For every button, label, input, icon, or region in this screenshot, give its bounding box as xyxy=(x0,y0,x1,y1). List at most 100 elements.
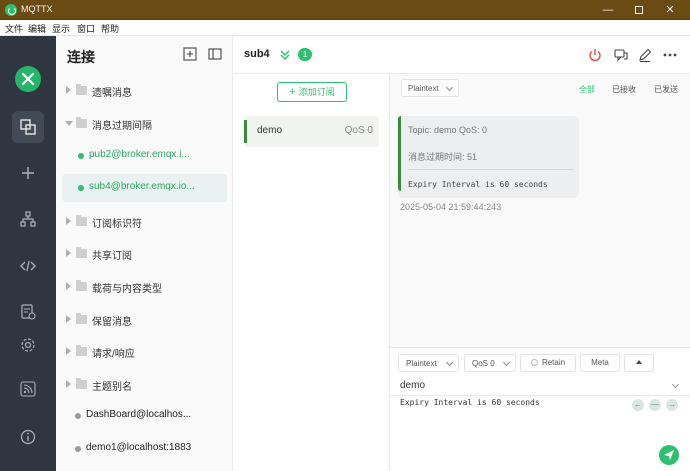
group-message-expiry[interactable]: 消息过期间隔 xyxy=(62,110,227,138)
folder-icon xyxy=(76,313,87,324)
group-subscription-identifier[interactable]: 订阅标识符 xyxy=(62,208,227,236)
add-subscription-label: 添加订阅 xyxy=(298,87,335,97)
menu-help[interactable]: 帮助 xyxy=(101,22,119,35)
menu-window[interactable]: 窗口 xyxy=(77,22,95,35)
expand-caret-icon xyxy=(66,249,71,257)
folder-icon xyxy=(76,215,87,226)
group-request-response[interactable]: 请求/响应 xyxy=(62,338,227,366)
publish-qos-select[interactable]: QoS 0 xyxy=(464,354,516,372)
folder-icon xyxy=(76,345,87,356)
status-dot xyxy=(75,413,81,419)
publish-format-select[interactable]: Plaintext xyxy=(398,354,459,372)
chevron-down-icon xyxy=(445,358,454,367)
history-next-icon[interactable]: → xyxy=(666,399,678,411)
toggle-sidebar-icon[interactable] xyxy=(208,47,222,61)
group-label: 主题别名 xyxy=(92,382,132,393)
more-options-icon[interactable] xyxy=(662,47,678,63)
folder-icon xyxy=(76,280,87,291)
publish-payload-input[interactable]: Expiry Interval is 60 seconds xyxy=(400,398,540,407)
message-bubble[interactable]: Topic: demo QoS: 0 消息过期时间: 51 Expiry Int… xyxy=(398,116,579,198)
folder-icon xyxy=(76,247,87,258)
subscription-topic: demo xyxy=(257,125,283,136)
connections-icon[interactable] xyxy=(19,118,37,136)
edit-pencil-icon[interactable] xyxy=(637,47,653,63)
status-dot xyxy=(75,446,81,452)
connection-pub2[interactable]: pub2@broker.emqx.i... xyxy=(62,142,227,170)
minimize-button[interactable]: — xyxy=(596,2,620,18)
publish-qos-value: QoS 0 xyxy=(472,359,495,368)
expand-caret-icon xyxy=(66,380,71,388)
send-button[interactable] xyxy=(659,445,679,465)
group-topic-alias[interactable]: 主题别名 xyxy=(62,371,227,399)
chevron-down-icon xyxy=(445,83,454,92)
group-will-message[interactable]: 遗嘱消息 xyxy=(62,77,227,105)
publish-area: Plaintext QoS 0 Retain Meta demo Expiry … xyxy=(390,347,690,471)
history-prev-icon[interactable]: ← xyxy=(632,399,644,411)
expand-caret-icon xyxy=(66,282,71,290)
close-button[interactable]: ✕ xyxy=(658,2,682,18)
connection-label: DashBoard@localhos... xyxy=(86,409,192,420)
group-label: 载荷与内容类型 xyxy=(92,284,162,295)
script-code-icon[interactable] xyxy=(19,257,37,275)
meta-button[interactable]: Meta xyxy=(580,354,620,372)
group-label: 保留消息 xyxy=(92,317,132,328)
group-shared-subscription[interactable]: 共享订阅 xyxy=(62,240,227,268)
expand-caret-icon xyxy=(66,347,71,355)
connection-title: sub4 xyxy=(244,48,270,60)
message-topic-qos: Topic: demo QoS: 0 xyxy=(408,125,488,135)
retain-label: Retain xyxy=(541,358,566,367)
message-count-badge: 1 xyxy=(298,48,312,61)
connection-dashboard[interactable]: DashBoard@localhos... xyxy=(62,402,227,430)
menu-file[interactable]: 文件 xyxy=(5,22,23,35)
filter-all-tab[interactable]: 全部 xyxy=(579,84,595,95)
filter-received-tab[interactable]: 已接收 xyxy=(612,84,636,95)
retain-radio-icon xyxy=(530,359,538,366)
new-connection-icon[interactable] xyxy=(19,164,37,182)
left-rail xyxy=(0,36,56,471)
add-subscription-button[interactable]: + 添加订阅 xyxy=(277,82,347,102)
subscription-qos: QoS 0 xyxy=(344,125,373,136)
log-icon[interactable] xyxy=(19,303,37,321)
plus-icon: + xyxy=(289,86,296,98)
feed-icon[interactable] xyxy=(19,380,37,398)
new-group-icon[interactable] xyxy=(183,47,197,61)
retain-toggle[interactable]: Retain xyxy=(520,354,576,372)
topology-icon[interactable] xyxy=(19,210,37,228)
publish-topic-input[interactable]: demo xyxy=(400,380,425,391)
new-window-icon[interactable] xyxy=(613,47,629,63)
settings-gear-icon[interactable] xyxy=(19,336,37,354)
about-info-icon[interactable] xyxy=(19,428,37,446)
connection-sub4[interactable]: sub4@broker.emqx.io... xyxy=(62,174,227,202)
chevron-down-icon xyxy=(502,358,511,367)
expand-caret-icon xyxy=(66,86,71,94)
collapse-caret-icon xyxy=(65,121,73,126)
payload-format-select[interactable]: Plaintext xyxy=(401,79,459,97)
connection-demo1[interactable]: demo1@localhost:1883 xyxy=(62,435,227,463)
menu-edit[interactable]: 编辑 xyxy=(28,22,46,35)
connections-panel: 连接 遗嘱消息 消息过期间隔 pub2@broker.emqx.i... sub… xyxy=(56,36,233,471)
collapse-publish-button[interactable] xyxy=(624,354,654,372)
folder-icon xyxy=(76,117,87,128)
chevron-down-icon[interactable] xyxy=(671,380,680,389)
panel-title: 连接 xyxy=(67,49,95,65)
connection-label: pub2@broker.emqx.i... xyxy=(89,149,190,160)
filter-sent-tab[interactable]: 已发送 xyxy=(654,84,678,95)
expand-caret-icon xyxy=(66,315,71,323)
group-label: 共享订阅 xyxy=(92,251,132,262)
group-retained-message[interactable]: 保留消息 xyxy=(62,306,227,334)
group-label: 消息过期间隔 xyxy=(92,121,152,132)
group-label: 请求/响应 xyxy=(92,349,135,360)
menu-view[interactable]: 显示 xyxy=(52,22,70,35)
connection-label: sub4@broker.emqx.io... xyxy=(89,181,195,192)
window-title: MQTTX xyxy=(21,4,53,14)
maximize-button[interactable] xyxy=(627,2,651,18)
history-clear-icon[interactable]: — xyxy=(649,399,661,411)
group-label: 遗嘱消息 xyxy=(92,88,132,99)
messages-area: Plaintext 全部 已接收 已发送 Topic: demo QoS: 0 … xyxy=(390,74,690,347)
group-payload-content-type[interactable]: 载荷与内容类型 xyxy=(62,273,227,301)
publish-format-value: Plaintext xyxy=(406,359,437,368)
double-chevron-down-icon[interactable] xyxy=(279,48,291,66)
subscription-item[interactable]: demo QoS 0 xyxy=(244,116,379,147)
disconnect-power-icon[interactable] xyxy=(587,47,603,63)
send-icon xyxy=(664,450,674,460)
